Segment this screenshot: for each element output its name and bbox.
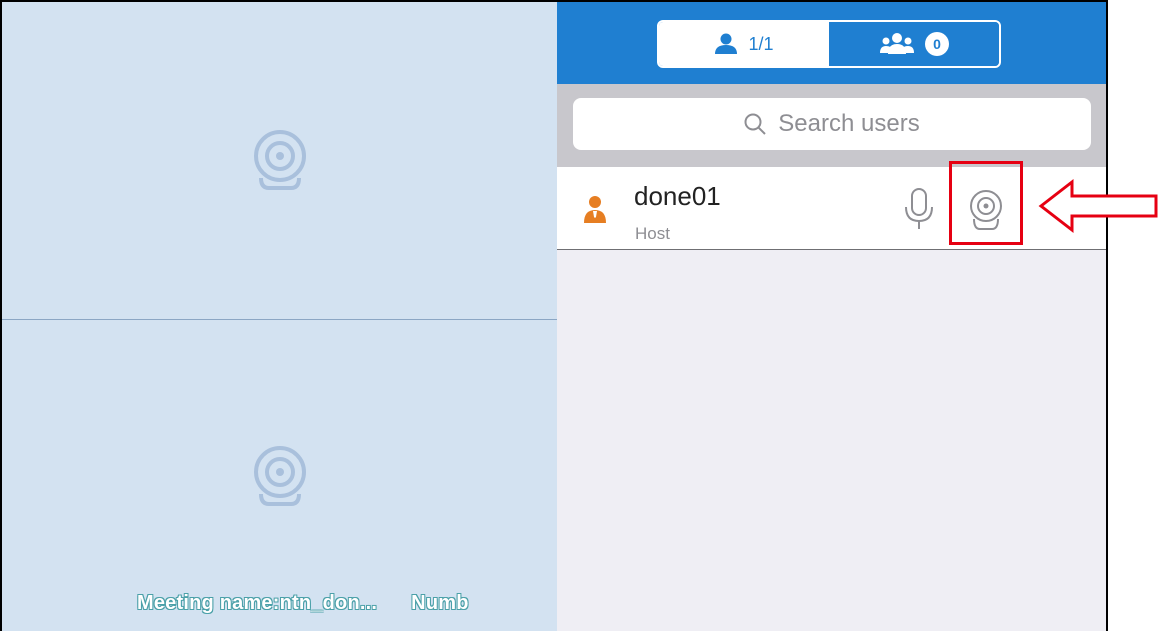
video-area: Meeting name:ntn_don... Numb (2, 2, 557, 631)
tab-attendees[interactable]: 1/1 (659, 22, 829, 66)
annotation-arrow-icon (1038, 178, 1158, 234)
participants-segmented-control: 1/1 0 (657, 20, 1001, 68)
host-person-icon (584, 196, 606, 223)
panel-header: 1/1 0 (557, 2, 1106, 84)
meeting-name: Meeting name:ntn_don... (137, 592, 378, 614)
meeting-info-text: Meeting name:ntn_don... Numb (137, 592, 559, 615)
camera-placeholder-icon (254, 446, 306, 506)
group-users-icon (880, 33, 914, 54)
video-tile-1[interactable] (2, 2, 557, 320)
search-bar-container: Search users (557, 84, 1106, 166)
video-tile-2[interactable] (2, 320, 557, 631)
app-window: Meeting name:ntn_don... Numb 1/1 0 Searc… (0, 0, 1108, 631)
meeting-number-label: Numb (411, 592, 469, 614)
single-user-icon (715, 33, 738, 54)
user-role: Host (635, 224, 670, 243)
search-placeholder: Search users (778, 110, 920, 137)
user-name: done01 (634, 181, 721, 211)
annotation-highlight-box (949, 161, 1023, 245)
microphone-icon[interactable] (903, 187, 935, 231)
tab-groups[interactable]: 0 (829, 22, 999, 66)
attendee-count: 1/1 (748, 33, 774, 54)
group-count-badge: 0 (925, 32, 949, 56)
search-input[interactable]: Search users (573, 98, 1091, 150)
search-icon (744, 113, 767, 135)
camera-placeholder-icon (254, 130, 306, 190)
user-list-item[interactable]: done01 Host (557, 166, 1106, 250)
participants-panel: 1/1 0 Search users done01 Host (557, 2, 1106, 631)
